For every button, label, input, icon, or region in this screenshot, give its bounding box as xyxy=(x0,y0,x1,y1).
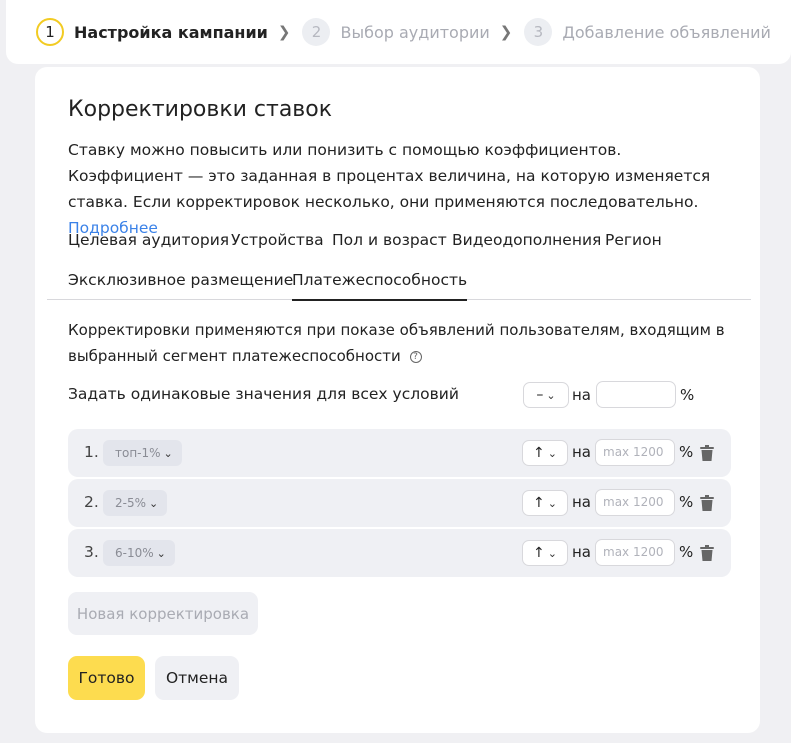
chevron-down-icon: ⌄ xyxy=(149,496,159,510)
solvency-info: Корректировки применяются при показе объ… xyxy=(68,317,728,369)
chevron-down-icon: ⌄ xyxy=(163,446,173,460)
segment-select[interactable]: топ-1% ⌄ xyxy=(103,440,182,466)
percent-sign: % xyxy=(679,493,694,511)
bid-adjustments-card: Корректировки ставок Ставку можно повыси… xyxy=(35,67,760,733)
step-2[interactable]: 2 Выбор аудитории xyxy=(302,18,490,46)
adjustment-row: 2. 2-5% ⌄ ↑ ⌄ на max 1200 % xyxy=(68,479,731,527)
percent-sign: % xyxy=(679,443,694,461)
direction-select[interactable]: ↑ ⌄ xyxy=(522,490,568,516)
tab-gender-age[interactable]: Пол и возраст xyxy=(332,231,447,257)
tab-devices[interactable]: Устройства xyxy=(231,231,324,257)
new-adjustment-button[interactable]: Новая корректировка xyxy=(68,592,258,635)
apply-all-percent-input[interactable] xyxy=(596,381,676,408)
direction-value: ↑ xyxy=(533,545,545,561)
step-number: 1 xyxy=(36,18,64,46)
percent-sign: % xyxy=(679,543,694,561)
help-icon[interactable]: ? xyxy=(409,350,422,363)
percent-sign: % xyxy=(680,386,695,404)
apply-all-label: Задать одинаковые значения для всех усло… xyxy=(68,385,459,403)
step-number: 2 xyxy=(302,18,331,46)
step-label: Выбор аудитории xyxy=(340,22,490,42)
section-title: Корректировки ставок xyxy=(68,97,333,122)
tab-solvency[interactable]: Платежеспособность xyxy=(292,271,468,301)
on-label: на xyxy=(572,493,591,511)
adjustment-row: 1. топ-1% ⌄ ↑ ⌄ на max 1200 % xyxy=(68,429,731,477)
apply-all-direction-select[interactable]: – ⌄ xyxy=(523,382,569,408)
step-label: Добавление объявлений xyxy=(562,22,771,42)
adjustment-tabs: Целевая аудитория Устройства Пол и возра… xyxy=(47,221,751,301)
row-number: 3. xyxy=(84,543,99,561)
step-3[interactable]: 3 Добавление объявлений xyxy=(524,18,771,46)
row-number: 1. xyxy=(84,443,99,461)
trash-icon[interactable] xyxy=(700,495,714,511)
step-1[interactable]: 1 Настройка кампании xyxy=(36,18,268,46)
chevron-down-icon: ⌄ xyxy=(156,546,166,560)
chevron-down-icon: ⌄ xyxy=(547,496,557,510)
trash-icon[interactable] xyxy=(700,545,714,561)
tab-region[interactable]: Регион xyxy=(605,231,662,257)
segment-value: 2-5% xyxy=(115,496,147,510)
percent-input[interactable]: max 1200 xyxy=(595,439,675,466)
tab-exclusive-placement[interactable]: Эксклюзивное размещение xyxy=(68,271,293,297)
segment-value: 6-10% xyxy=(115,546,154,560)
cancel-button[interactable]: Отмена xyxy=(155,656,239,700)
chevron-right-icon: ❯ xyxy=(277,23,291,41)
step-number: 3 xyxy=(524,18,553,46)
direction-value: – xyxy=(536,387,544,403)
stepper: 1 Настройка кампании ❯ 2 Выбор аудитории… xyxy=(6,0,791,64)
chevron-down-icon: ⌄ xyxy=(547,446,557,460)
row-number: 2. xyxy=(84,493,99,511)
direction-value: ↑ xyxy=(533,445,545,461)
direction-select[interactable]: ↑ ⌄ xyxy=(522,540,568,566)
direction-select[interactable]: ↑ ⌄ xyxy=(522,440,568,466)
percent-input[interactable]: max 1200 xyxy=(595,539,675,566)
segment-value: топ-1% xyxy=(115,446,161,460)
done-button[interactable]: Готово xyxy=(68,656,145,700)
description-text: Ставку можно повысить или понизить с пом… xyxy=(68,141,711,211)
on-label: на xyxy=(572,543,591,561)
step-label: Настройка кампании xyxy=(74,22,268,42)
segment-select[interactable]: 6-10% ⌄ xyxy=(103,540,175,566)
tab-video-extensions[interactable]: Видеодополнения xyxy=(452,231,601,257)
info-text: Корректировки применяются при показе объ… xyxy=(68,321,725,365)
adjustment-row: 3. 6-10% ⌄ ↑ ⌄ на max 1200 % xyxy=(68,529,731,577)
trash-icon[interactable] xyxy=(700,445,714,461)
chevron-down-icon: ⌄ xyxy=(546,388,556,402)
chevron-down-icon: ⌄ xyxy=(547,546,557,560)
tab-target-audience[interactable]: Целевая аудитория xyxy=(68,231,229,257)
on-label: на xyxy=(572,386,591,404)
direction-value: ↑ xyxy=(533,495,545,511)
on-label: на xyxy=(572,443,591,461)
segment-select[interactable]: 2-5% ⌄ xyxy=(103,490,168,516)
percent-input[interactable]: max 1200 xyxy=(595,489,675,516)
chevron-right-icon: ❯ xyxy=(499,23,513,41)
